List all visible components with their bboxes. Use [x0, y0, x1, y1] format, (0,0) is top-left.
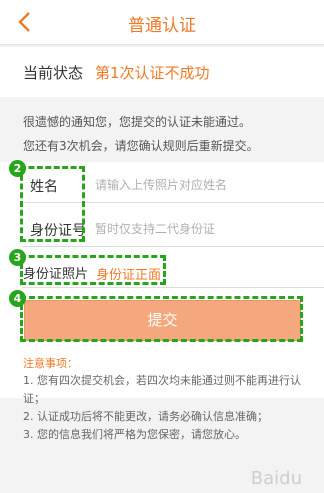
- annotation-box-2: [20, 166, 85, 242]
- page-title: 普通认证: [128, 16, 196, 36]
- notice-line-2: 您还有3次机会，请您确认规则后重新提交。: [23, 139, 259, 153]
- annotation-box-4: [20, 296, 303, 342]
- annotation-box-3: [20, 255, 166, 285]
- baidu-watermark-logo: Baidu: [250, 468, 302, 489]
- annotation-badge-4: 4: [9, 290, 26, 307]
- header-bar: 普通认证: [0, 0, 324, 45]
- notes-title: 注意事项：: [23, 357, 78, 370]
- note-item: 2. 认证成功后将不能更改，请务必确认信息准确；: [23, 410, 268, 423]
- annotation-badge-3: 3: [9, 249, 26, 266]
- name-input[interactable]: [95, 178, 295, 192]
- note-item: 1. 您有四次提交机会，若四次均未能通过则不能再进行认证；: [23, 374, 301, 405]
- status-label: 当前状态: [23, 64, 84, 82]
- divider: [22, 287, 324, 288]
- annotation-badge-2: 2: [9, 160, 26, 177]
- status-row: 当前状态 第1次认证不成功: [0, 47, 324, 97]
- status-value: 第1次认证不成功: [95, 64, 210, 82]
- notice-line-1: 很遗憾的通知您，您提交的认证未能通过。: [23, 115, 252, 129]
- id-number-input[interactable]: [95, 222, 295, 236]
- note-item: 3. 您的信息我们将严格为您保密，请您放心。: [23, 428, 246, 441]
- divider: [22, 246, 324, 247]
